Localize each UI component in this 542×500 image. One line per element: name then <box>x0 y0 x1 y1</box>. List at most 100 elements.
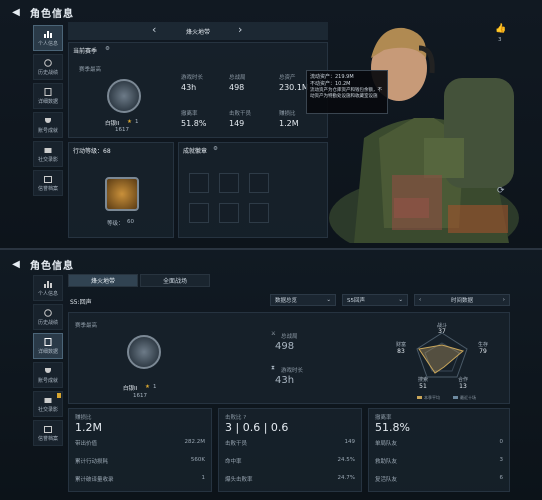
stat-label: 赚损比 <box>279 111 296 117</box>
sidebar-item-social[interactable]: 社交录影 <box>33 141 63 167</box>
current-season-label: 当前赛季 <box>73 48 98 55</box>
next-arrow-icon[interactable]: › <box>503 297 505 303</box>
level-value: 60 <box>127 219 134 225</box>
kill-ratio-card: 击败比 ? 3 | 0.6 | 0.6 击败干员 149 命中率 24.5% 爆头击… <box>218 408 362 492</box>
legend-label: 本季平均 <box>424 394 440 400</box>
sidebar-item-achievements[interactable]: 账号成就 <box>33 362 63 388</box>
rotate-icon[interactable]: ⟳ <box>497 186 505 196</box>
settings-icon[interactable]: ⚙ <box>105 46 110 52</box>
season-dropdown[interactable]: S5回声 ⌄ <box>342 294 408 306</box>
sidebar-label: 社交录影 <box>37 156 58 163</box>
sidebar-item-history[interactable]: 历史战绩 <box>33 304 63 330</box>
sidebar-item-credit[interactable]: 信誉档案 <box>33 420 63 446</box>
folder-icon <box>44 175 52 183</box>
skull-badge-icon <box>105 177 139 211</box>
chevron-down-icon: ⌄ <box>326 297 331 303</box>
trophy-icon <box>45 117 51 123</box>
sidebar: 个人信息 历史战绩 详细数据 账号成就 社交录影 信誉档案 <box>33 25 63 199</box>
date-filter: 时间数据 <box>450 298 473 304</box>
card-row: 累计行动损耗 560K <box>75 457 205 465</box>
card-value: 1.2M <box>75 421 102 434</box>
top-screenshot: ◀ 角色信息 个人信息 历史战绩 详细数据 账号成就 社交录影 信誉档案 ‹ 烽… <box>0 0 542 248</box>
card-row: 救助队友 3 <box>375 457 503 465</box>
overview-card: 赛季最高 白银II ★ 1 1617 ⚔ 总战局 498 ⧗ 游戏时长 43h … <box>68 312 510 404</box>
achievement-card: 成就徽章 ⚙ <box>178 142 328 238</box>
sidebar-label: 历史战绩 <box>37 69 58 76</box>
stat-value: 149 <box>229 119 245 128</box>
sidebar-label: 历史战绩 <box>37 319 58 326</box>
sidebar-item-details[interactable]: 详细数据 <box>33 333 63 359</box>
sidebar-item-history[interactable]: 历史战绩 <box>33 54 63 80</box>
dropdown-value: S5回声 <box>347 298 365 304</box>
level-label: 等级： <box>107 221 124 227</box>
card-row: 命中率 24.5% <box>225 457 355 465</box>
sidebar-item-details[interactable]: 详细数据 <box>33 83 63 109</box>
hourglass-icon: ⧗ <box>271 365 275 371</box>
back-icon[interactable]: ◀ <box>8 257 24 271</box>
card-row: 击败干员 149 <box>225 439 355 447</box>
mode-tabs: 烽火地带 全面战场 <box>68 274 212 287</box>
sidebar-label: 账号成就 <box>37 377 58 384</box>
chart-icon <box>44 30 52 38</box>
tooltip-line: 不动资产：10.2M <box>310 81 351 87</box>
season-best-label: 赛季最高 <box>79 67 102 73</box>
prev-arrow-icon[interactable]: ‹ <box>419 297 421 303</box>
sidebar-item-credit[interactable]: 信誉档案 <box>33 170 63 196</box>
tooltip-line: 流动资产：219.9M <box>310 74 354 80</box>
folder-icon <box>44 425 52 433</box>
camera-icon <box>44 147 52 153</box>
total-value: 498 <box>275 341 295 352</box>
rank-stars: 1 <box>153 384 157 390</box>
radar-label: 财富 <box>396 341 406 348</box>
card-value: 51.8% <box>375 421 410 434</box>
sidebar-label: 个人信息 <box>37 290 58 297</box>
sidebar-item-profile[interactable]: 个人信息 <box>33 25 63 51</box>
chart-icon <box>44 280 52 288</box>
achievement-slot[interactable] <box>249 173 269 193</box>
document-icon <box>44 337 52 346</box>
sidebar-label: 社交录影 <box>37 406 58 413</box>
rank-points: 1617 <box>115 127 129 133</box>
card-label: 撤离率 <box>375 415 392 421</box>
legend-swatch <box>453 396 458 399</box>
rank-name: 白银II <box>105 121 120 127</box>
sidebar-item-profile[interactable]: 个人信息 <box>33 275 63 301</box>
rank-points: 1617 <box>133 393 147 399</box>
achievement-slot[interactable] <box>219 203 239 223</box>
back-icon[interactable]: ◀ <box>8 5 24 19</box>
achievement-slot[interactable] <box>249 203 269 223</box>
tab-conflict-zone[interactable]: 烽火地带 <box>68 274 138 287</box>
prev-arrow-icon[interactable]: ‹ <box>152 23 156 36</box>
blurred-area <box>392 175 442 230</box>
achievement-slot[interactable] <box>189 173 209 193</box>
card-row: 复活队友 6 <box>375 475 503 483</box>
sidebar-item-social[interactable]: 社交录影 <box>33 391 63 417</box>
star-icon: ★ <box>145 384 150 390</box>
radar-value: 51 <box>419 383 427 390</box>
page-title: 角色信息 <box>30 260 74 272</box>
swords-icon: ⚔ <box>271 331 276 337</box>
clock-icon <box>44 58 52 67</box>
overview-dropdown[interactable]: 数据总览 ⌄ <box>270 294 336 306</box>
stat-label: 总战局 <box>229 75 246 81</box>
banner-thumbnail <box>448 205 508 233</box>
dropdown-value: 数据总览 <box>275 298 298 304</box>
thumbs-up-icon[interactable]: 👍 <box>495 24 506 34</box>
sidebar-label: 详细数据 <box>37 98 58 105</box>
settings-icon[interactable]: ⚙ <box>213 146 218 152</box>
rank-name: 白银II <box>123 386 138 392</box>
stat-value: 43h <box>181 83 197 92</box>
time-value: 43h <box>275 375 295 386</box>
achievement-slot[interactable] <box>219 173 239 193</box>
legend-label: 最近十场 <box>460 394 476 400</box>
radar-label: 生存 <box>478 341 488 348</box>
stat-label: 击败干员 <box>229 111 252 117</box>
next-arrow-icon[interactable]: › <box>238 23 242 36</box>
rank-stars: 1 <box>135 119 139 125</box>
tab-full-battlefield[interactable]: 全面战场 <box>140 274 210 287</box>
radar-value: 37 <box>438 328 446 335</box>
achievement-slot[interactable] <box>189 203 209 223</box>
time-label: 游戏时长 <box>281 368 304 374</box>
sidebar-item-achievements[interactable]: 账号成就 <box>33 112 63 138</box>
date-selector[interactable]: ‹ 时间数据 › <box>414 294 510 306</box>
